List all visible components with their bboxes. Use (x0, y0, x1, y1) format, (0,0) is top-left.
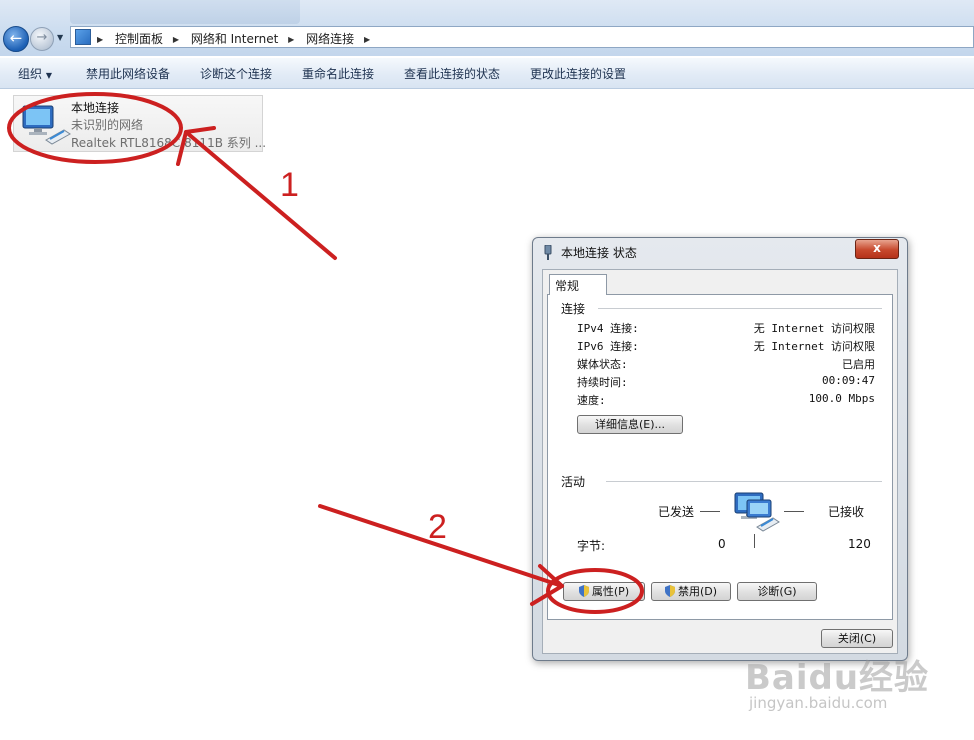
close-button[interactable]: 关闭(C) (821, 629, 893, 648)
breadcrumb: ▶ 控制面板 ▶ 网络和 Internet ▶ 网络连接 ▶ (97, 30, 378, 47)
control-panel-icon (75, 29, 91, 45)
activity-divider (754, 534, 755, 548)
back-button[interactable]: ← (3, 26, 29, 52)
breadcrumb-control-panel[interactable]: 控制面板 (115, 32, 163, 46)
ipv6-label: IPv6 连接: (577, 340, 639, 353)
address-field[interactable]: ▶ 控制面板 ▶ 网络和 Internet ▶ 网络连接 ▶ (70, 26, 974, 48)
connection-name: 本地连接 (71, 101, 120, 115)
connection-adapter: Realtek RTL8168C/8111B 系列 ... (71, 136, 267, 150)
watermark-url: jingyan.baidu.com (749, 694, 888, 712)
breadcrumb-network-connections[interactable]: 网络连接 (306, 32, 354, 46)
connection-group-label: 连接 (561, 300, 592, 317)
network-adapter-icon (22, 105, 71, 145)
annotation-label-1: 1 (280, 166, 299, 204)
media-state-value: 已启用 (842, 358, 875, 371)
organize-menu[interactable]: 组织 ▼ (18, 65, 52, 82)
media-state-label: 媒体状态: (577, 358, 628, 371)
forward-arrow-icon: → (36, 30, 48, 45)
activity-group-divider (606, 481, 882, 482)
baidu-watermark: Baidu经验 jingyan.baidu.com (745, 650, 935, 720)
dialog-close-x-button[interactable]: x (855, 239, 899, 259)
explorer-address-bar: ← → ▼ ▶ 控制面板 ▶ 网络和 Internet ▶ 网络连接 ▶ (0, 0, 974, 56)
connection-status-dialog: 本地连接 状态 x 常规 连接 IPv4 连接: 无 Internet 访问权限… (532, 237, 908, 661)
uac-shield-icon (578, 585, 589, 597)
diagnose-connection-button[interactable]: 诊断这个连接 (200, 65, 272, 82)
disable-button[interactable]: 禁用(D) (651, 582, 731, 601)
breadcrumb-chevron-icon[interactable]: ▶ (364, 35, 370, 44)
annotation-label-2: 2 (428, 508, 447, 546)
view-status-button[interactable]: 查看此连接的状态 (404, 65, 500, 82)
sent-label: 已发送 (658, 505, 695, 519)
breadcrumb-chevron-icon[interactable]: ▶ (288, 35, 294, 44)
recent-pages-dropdown-icon[interactable]: ▼ (57, 33, 63, 42)
general-tab-page: 连接 IPv4 连接: 无 Internet 访问权限 IPv6 连接: 无 I… (547, 294, 893, 620)
command-bar: 组织 ▼ 禁用此网络设备 诊断这个连接 重命名此连接 查看此连接的状态 更改此连… (0, 58, 974, 89)
properties-button[interactable]: 属性(P) (563, 582, 645, 601)
properties-label: 属性(P) (591, 585, 630, 598)
rename-connection-button[interactable]: 重命名此连接 (302, 65, 374, 82)
chevron-down-icon: ▼ (45, 71, 52, 80)
breadcrumb-chevron-icon[interactable]: ▶ (173, 35, 179, 44)
disable-label: 禁用(D) (677, 585, 718, 598)
ipv4-label: IPv4 连接: (577, 322, 639, 335)
watermark-brand: Baidu经验 (745, 658, 930, 698)
dialog-body: 常规 连接 IPv4 连接: 无 Internet 访问权限 IPv6 连接: … (542, 269, 898, 654)
arrow-2-shaft (318, 504, 564, 588)
speed-value: 100.0 Mbps (808, 392, 875, 405)
ipv6-value: 无 Internet 访问权限 (753, 340, 875, 353)
received-line (784, 511, 804, 512)
close-icon: x (873, 241, 881, 255)
back-arrow-icon: ← (9, 29, 23, 47)
forward-button[interactable]: → (30, 27, 54, 51)
duration-value: 00:09:47 (822, 374, 875, 387)
sent-line (700, 511, 720, 512)
bytes-label: 字节: (577, 539, 606, 553)
dialog-title: 本地连接 状态 (561, 246, 637, 260)
tab-general[interactable]: 常规 (549, 274, 607, 295)
ipv4-value: 无 Internet 访问权限 (753, 322, 875, 335)
breadcrumb-network-internet[interactable]: 网络和 Internet (191, 32, 278, 46)
speed-label: 速度: (577, 394, 606, 407)
diagnose-button[interactable]: 诊断(G) (737, 582, 817, 601)
bytes-sent-value: 0 (718, 537, 726, 551)
activity-group-label: 活动 (561, 473, 592, 490)
organize-label: 组织 (18, 67, 43, 81)
local-connection-tile[interactable]: 本地连接 未识别的网络 Realtek RTL8168C/8111B 系列 ..… (13, 95, 267, 152)
breadcrumb-chevron-icon[interactable]: ▶ (97, 35, 103, 44)
duration-label: 持续时间: (577, 376, 628, 389)
disable-device-button[interactable]: 禁用此网络设备 (86, 65, 170, 82)
bytes-received-value: 120 (848, 537, 871, 551)
connection-group-divider (598, 308, 882, 309)
details-button[interactable]: 详细信息(E)... (577, 415, 683, 434)
network-plug-icon (544, 245, 552, 260)
connection-status: 未识别的网络 (71, 118, 144, 132)
change-settings-button[interactable]: 更改此连接的设置 (530, 65, 626, 82)
network-activity-icon (734, 492, 780, 532)
uac-shield-icon (664, 585, 675, 597)
background-window-tab (70, 0, 300, 24)
received-label: 已接收 (828, 505, 865, 519)
